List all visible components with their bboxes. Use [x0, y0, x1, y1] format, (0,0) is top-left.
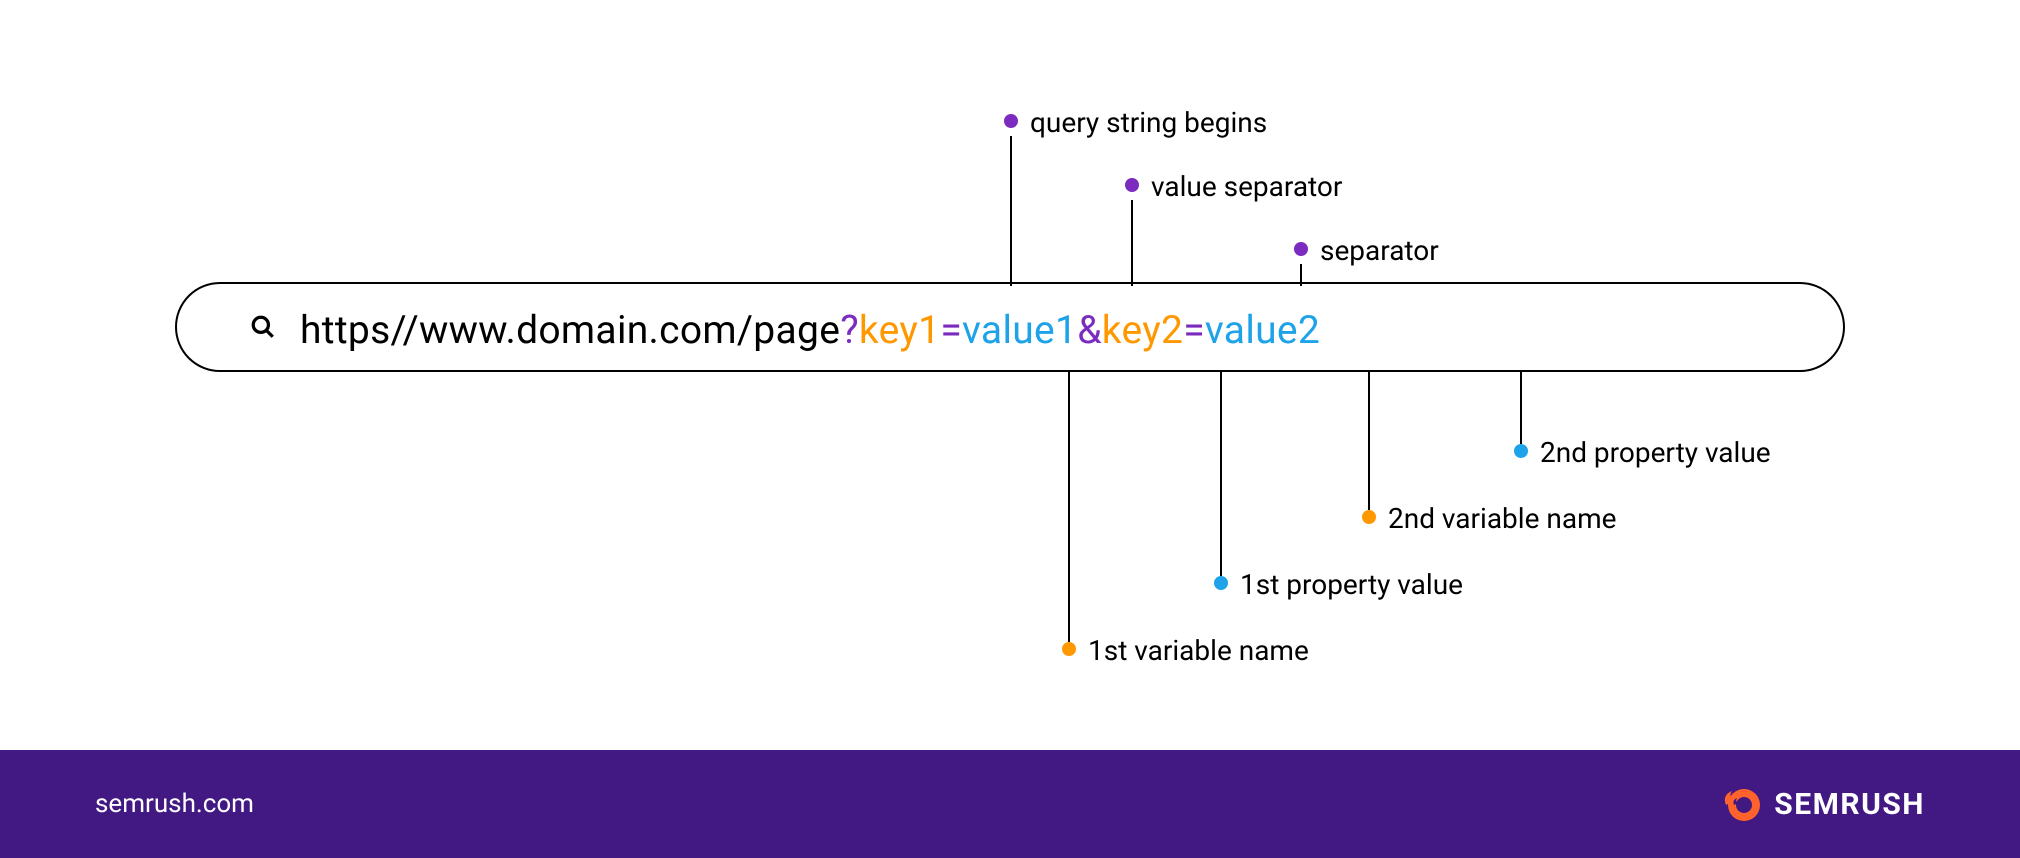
url-equals2: = — [1183, 307, 1205, 353]
url-base: https//www.domain.com/page — [300, 307, 840, 353]
search-icon — [250, 314, 276, 347]
connector-line — [1131, 200, 1133, 286]
connector-line — [1300, 264, 1302, 286]
annotation-dot-blue — [1514, 444, 1528, 458]
annotation-first-variable-name: 1st variable name — [1088, 634, 1309, 667]
semrush-brand-text: SEMRUSH — [1774, 787, 1925, 822]
annotation-second-variable-name: 2nd variable name — [1388, 502, 1616, 535]
url-text: https//www.domain.com/page?key1=value1&k… — [300, 307, 1320, 353]
url-key2: key2 — [1102, 307, 1183, 353]
url-question-mark: ? — [840, 307, 859, 353]
annotation-dot-orange — [1362, 510, 1376, 524]
annotation-dot-purple — [1294, 242, 1308, 256]
annotation-dot-orange — [1062, 642, 1076, 656]
url-equals1: = — [940, 307, 962, 353]
annotation-value-separator: value separator — [1151, 170, 1342, 203]
annotation-second-property-value: 2nd property value — [1540, 436, 1771, 469]
connector-line — [1010, 136, 1012, 286]
url-value1: value1 — [962, 307, 1077, 353]
connector-line — [1520, 370, 1522, 444]
footer-site-text: semrush.com — [95, 789, 254, 819]
annotation-dot-blue — [1214, 576, 1228, 590]
url-ampersand: & — [1077, 307, 1102, 353]
flame-icon — [1720, 783, 1762, 825]
url-value2: value2 — [1205, 307, 1320, 353]
url-anatomy-diagram: https//www.domain.com/page?key1=value1&k… — [0, 0, 2020, 750]
connector-line — [1220, 370, 1222, 576]
annotation-first-property-value: 1st property value — [1240, 568, 1463, 601]
connector-line — [1368, 370, 1370, 510]
footer-bar: semrush.com SEMRUSH — [0, 750, 2020, 858]
annotation-dot-purple — [1004, 114, 1018, 128]
annotation-dot-purple — [1125, 178, 1139, 192]
connector-line — [1068, 370, 1070, 642]
semrush-logo: SEMRUSH — [1720, 783, 1925, 825]
annotation-query-string-begins: query string begins — [1030, 106, 1267, 139]
annotation-separator: separator — [1320, 234, 1439, 267]
url-key1: key1 — [859, 307, 940, 353]
